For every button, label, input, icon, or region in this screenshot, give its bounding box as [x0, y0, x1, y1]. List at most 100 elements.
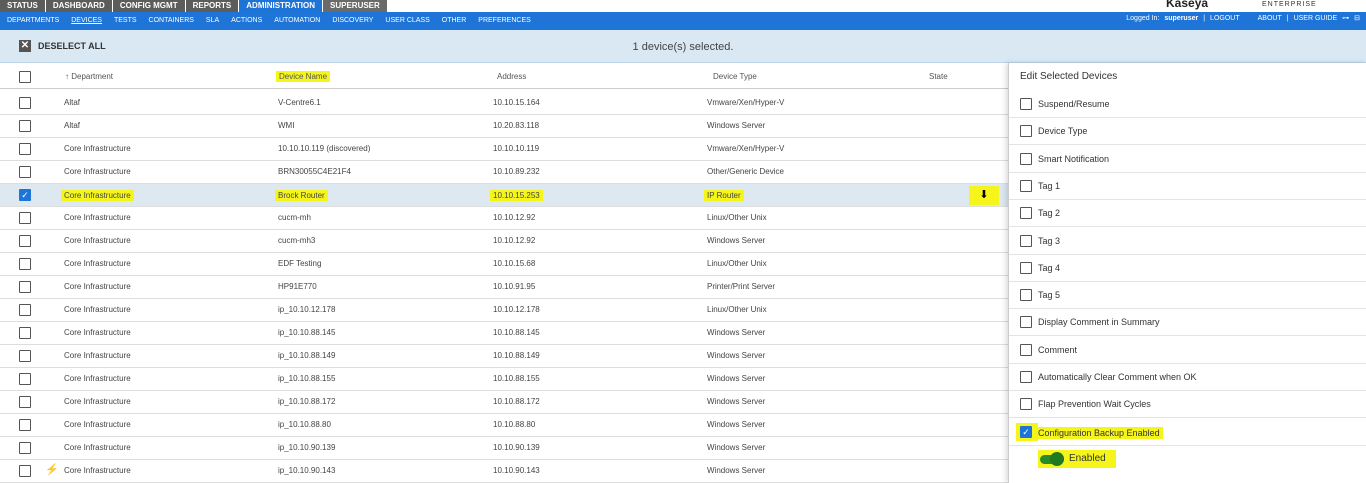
table-row[interactable]: Core Infrastructure ip_10.10.88.80 10.10.8… [0, 414, 1008, 437]
option-row[interactable]: Flap Prevention Wait Cycles [1009, 391, 1366, 419]
option-row[interactable]: ✓ Configuration Backup Enabled [1009, 419, 1366, 446]
cell-name[interactable]: 10.10.10.119 (discovered) [278, 144, 370, 153]
option-row[interactable]: Tag 2 [1009, 200, 1366, 228]
nav-discovery[interactable]: DISCOVERY [332, 12, 373, 30]
option-checkbox[interactable]: ✓ [1020, 425, 1032, 438]
export-icon[interactable]: ⊟ [1354, 12, 1360, 30]
nav-devices[interactable]: DEVICES [71, 12, 102, 30]
about-link[interactable]: ABOUT [1258, 12, 1282, 30]
logout-link[interactable]: LOGOUT [1210, 12, 1240, 30]
nav-user-class[interactable]: USER CLASS [385, 12, 429, 30]
option-row[interactable]: Tag 5 [1009, 282, 1366, 310]
row-checkbox[interactable] [19, 350, 31, 362]
table-row[interactable]: Core Infrastructure ip_10.10.88.149 10.10.… [0, 345, 1008, 368]
select-all-checkbox[interactable] [19, 71, 31, 83]
table-row[interactable]: Altaf WMI 10.20.83.118 Windows Server [0, 115, 1008, 138]
table-row[interactable]: Core Infrastructure ip_10.10.88.145 10.10.… [0, 322, 1008, 345]
column-department[interactable]: ↑ Department [65, 72, 113, 81]
cell-name[interactable]: EDF Testing [278, 259, 321, 268]
column-device-name[interactable]: Device Name [276, 71, 331, 82]
row-checkbox[interactable] [19, 327, 31, 339]
cell-name[interactable]: ip_10.10.90.139 [278, 443, 335, 452]
option-checkbox[interactable] [1020, 98, 1032, 110]
tab-administration[interactable]: ADMINISTRATION [239, 0, 322, 12]
option-row[interactable]: Display Comment in Summary [1009, 309, 1366, 337]
column-address[interactable]: Address [497, 72, 526, 81]
option-row[interactable]: Comment [1009, 337, 1366, 364]
cell-name[interactable]: WMI [278, 121, 294, 130]
row-checkbox[interactable] [19, 373, 31, 385]
config-backup-icon[interactable]: ⬇ [969, 186, 999, 205]
cell-name[interactable]: ip_10.10.88.145 [278, 328, 335, 337]
table-row[interactable]: Core Infrastructure 10.10.10.119 (discove… [0, 138, 1008, 161]
enabled-toggle[interactable]: Enabled [1038, 450, 1116, 468]
cell-name[interactable]: cucm-mh [278, 213, 311, 222]
cell-name[interactable]: V-Centre6.1 [278, 98, 321, 107]
option-checkbox[interactable] [1020, 125, 1032, 138]
option-row[interactable]: Tag 3 [1009, 228, 1366, 255]
user-guide-link[interactable]: USER GUIDE [1294, 12, 1338, 30]
nav-containers[interactable]: CONTAINERS [149, 12, 194, 30]
tab-dashboard[interactable]: DASHBOARD [45, 0, 112, 12]
tab-status[interactable]: STATUS [0, 0, 45, 12]
option-row[interactable]: Tag 4 [1009, 255, 1366, 282]
nav-automation[interactable]: AUTOMATION [274, 12, 320, 30]
table-row[interactable]: Core Infrastructure ip_10.10.88.155 10.10.… [0, 368, 1008, 391]
table-row[interactable]: Core Infrastructure cucm-mh3 10.10.12.92 Wi… [0, 230, 1008, 253]
column-state[interactable]: State [929, 72, 948, 81]
option-checkbox[interactable] [1020, 371, 1032, 383]
table-row[interactable]: Core Infrastructure BRN30055C4E21F4 10.10.… [0, 161, 1008, 184]
row-checkbox[interactable] [19, 166, 31, 178]
nav-preferences[interactable]: PREFERENCES [478, 12, 531, 30]
table-row[interactable]: ✓ Core Infrastructure Brock Router 10.10.15… [0, 184, 1008, 207]
key-icon[interactable]: ⊶ [1342, 12, 1349, 30]
cell-name[interactable]: ip_10.10.88.155 [278, 374, 335, 383]
table-row[interactable]: Core Infrastructure HP91E770 10.10.91.95 Pr… [0, 276, 1008, 299]
cell-name[interactable]: ip_10.10.88.149 [278, 351, 335, 360]
cell-name[interactable]: BRN30055C4E21F4 [278, 167, 351, 176]
row-checkbox[interactable] [19, 419, 31, 431]
table-row[interactable]: Core Infrastructure ip_10.10.88.172 10.10.… [0, 391, 1008, 414]
cell-name[interactable]: ip_10.10.12.178 [278, 305, 335, 314]
row-checkbox[interactable] [19, 304, 31, 316]
table-row[interactable]: Core Infrastructure EDF Testing 10.10.15.6… [0, 253, 1008, 276]
cell-name[interactable]: HP91E770 [278, 282, 317, 291]
row-checkbox[interactable] [19, 258, 31, 270]
row-checkbox[interactable] [19, 120, 31, 132]
table-row[interactable]: Core Infrastructure cucm-mh 10.10.12.92 Lin… [0, 207, 1008, 230]
tab-config-mgmt[interactable]: CONFIG MGMT [112, 0, 185, 12]
row-checkbox[interactable]: ✓ [19, 189, 31, 201]
option-checkbox[interactable] [1020, 398, 1032, 411]
table-row[interactable]: ⚡ Core Infrastructure ip_10.10.90.143 10.10… [0, 460, 1008, 483]
option-row[interactable]: Tag 1 [1009, 173, 1366, 200]
nav-other[interactable]: OTHER [442, 12, 467, 30]
cell-name[interactable]: ip_10.10.88.80 [278, 420, 331, 429]
option-row[interactable]: Suspend/Resume [1009, 91, 1366, 118]
option-checkbox[interactable] [1020, 316, 1032, 329]
nav-actions[interactable]: ACTIONS [231, 12, 262, 30]
option-checkbox[interactable] [1020, 343, 1032, 356]
option-checkbox[interactable] [1020, 234, 1032, 247]
option-checkbox[interactable] [1020, 289, 1032, 302]
nav-sla[interactable]: SLA [206, 12, 219, 30]
tab-reports[interactable]: REPORTS [185, 0, 239, 12]
cell-name[interactable]: cucm-mh3 [278, 236, 315, 245]
row-checkbox[interactable] [19, 235, 31, 247]
row-checkbox[interactable] [19, 396, 31, 408]
cell-name[interactable]: ip_10.10.88.172 [278, 397, 335, 406]
nav-tests[interactable]: TESTS [114, 12, 137, 30]
row-checkbox[interactable] [19, 281, 31, 293]
cell-name[interactable]: Brock Router [275, 190, 328, 201]
nav-departments[interactable]: DEPARTMENTS [7, 12, 59, 30]
option-checkbox[interactable] [1020, 152, 1032, 165]
option-row[interactable]: Automatically Clear Comment when OK [1009, 364, 1366, 391]
row-checkbox[interactable] [19, 97, 31, 109]
cell-name[interactable]: ip_10.10.90.143 [278, 466, 335, 475]
option-checkbox[interactable] [1020, 179, 1032, 192]
row-checkbox[interactable] [19, 465, 31, 477]
table-row[interactable]: Altaf V-Centre6.1 10.10.15.164 Vmware/Xen/H… [0, 92, 1008, 115]
row-checkbox[interactable] [19, 143, 31, 155]
row-checkbox[interactable] [19, 442, 31, 454]
table-row[interactable]: Core Infrastructure ip_10.10.12.178 10.10.… [0, 299, 1008, 322]
row-checkbox[interactable] [19, 212, 31, 224]
